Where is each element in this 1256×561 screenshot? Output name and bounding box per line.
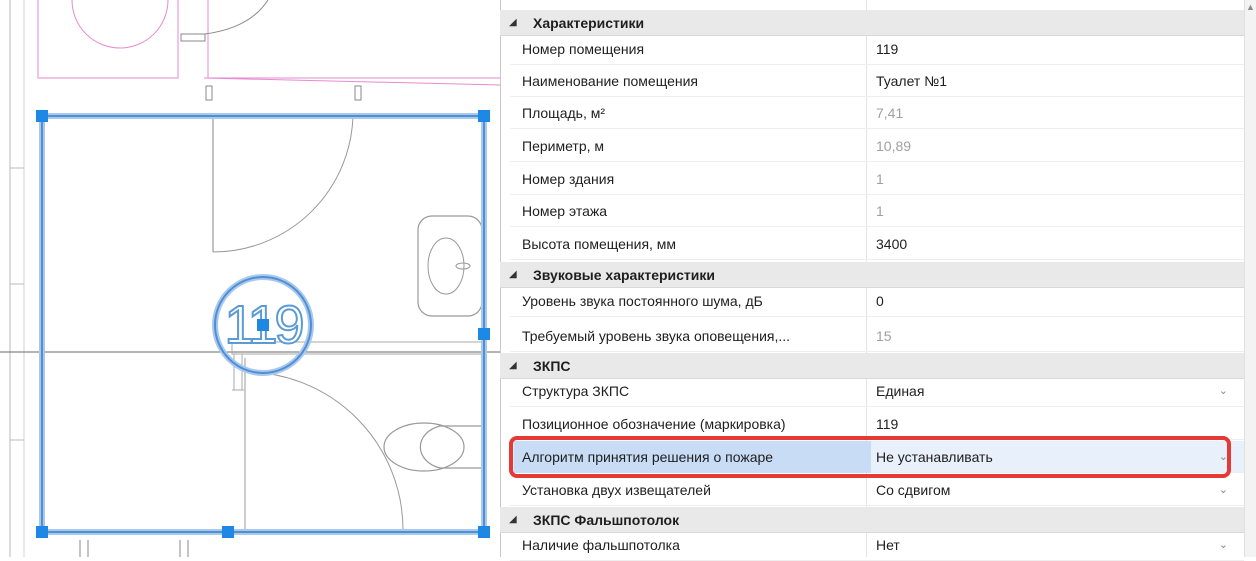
property-row-floor-number[interactable]: Номер этажа 1 (510, 195, 1244, 227)
property-row-two-detectors[interactable]: Установка двух извещателей Со сдвигом ⌄ (510, 474, 1244, 506)
property-row-building-number[interactable]: Номер здания 1 (510, 163, 1244, 195)
expand-icon[interactable]: ◢ (509, 17, 517, 28)
grip-handle[interactable] (478, 110, 490, 122)
grip-handle[interactable] (222, 526, 234, 538)
chevron-down-icon[interactable]: ⌄ (1219, 450, 1228, 463)
property-row-noise-level[interactable]: Уровень звука постоянного шума, дБ 0 (510, 285, 1244, 317)
arrow-up-icon[interactable]: ▲ (1246, 2, 1255, 12)
chevron-down-icon[interactable]: ⌄ (1219, 538, 1228, 551)
property-row-room-name[interactable]: Наименование помещения Туалет №1 (510, 65, 1244, 97)
grip-handle[interactable] (478, 328, 490, 340)
property-row-area[interactable]: Площадь, м² 7,41 (510, 97, 1244, 129)
chevron-down-icon[interactable]: ⌄ (1219, 483, 1228, 496)
grip-handle[interactable] (36, 526, 48, 538)
vertical-scrollbar[interactable]: ▲ (1244, 0, 1256, 557)
drawing-canvas[interactable]: 119 (0, 0, 500, 557)
property-row-room-number[interactable]: Номер помещения 119 (510, 33, 1244, 65)
property-row-required-alert-level[interactable]: Требуемый уровень звука оповещения,... 1… (510, 320, 1244, 352)
expand-icon[interactable]: ◢ (509, 360, 517, 371)
room-number-label: 119 (223, 294, 305, 356)
floor-plan (0, 0, 500, 557)
property-row-false-ceiling[interactable]: Наличие фальшпотолка Нет ⌄ (510, 529, 1244, 561)
expand-icon[interactable]: ◢ (509, 269, 517, 280)
property-row-room-height[interactable]: Высота помещения, мм 3400 (510, 228, 1244, 260)
property-row-perimeter[interactable]: Периметр, м 10,89 (510, 130, 1244, 162)
property-row-fire-decision-algorithm[interactable]: Алгоритм принятия решения о пожаре Не ус… (510, 441, 1244, 473)
property-row-zkps-structure[interactable]: Структура ЗКПС Единая ⌄ (510, 375, 1244, 407)
chevron-down-icon[interactable]: ⌄ (1219, 384, 1228, 397)
grip-handle[interactable] (478, 526, 490, 538)
expand-icon[interactable]: ◢ (509, 514, 517, 525)
property-row-position-designation[interactable]: Позиционное обозначение (маркировка) 119 (510, 408, 1244, 440)
grip-handle[interactable] (36, 110, 48, 122)
